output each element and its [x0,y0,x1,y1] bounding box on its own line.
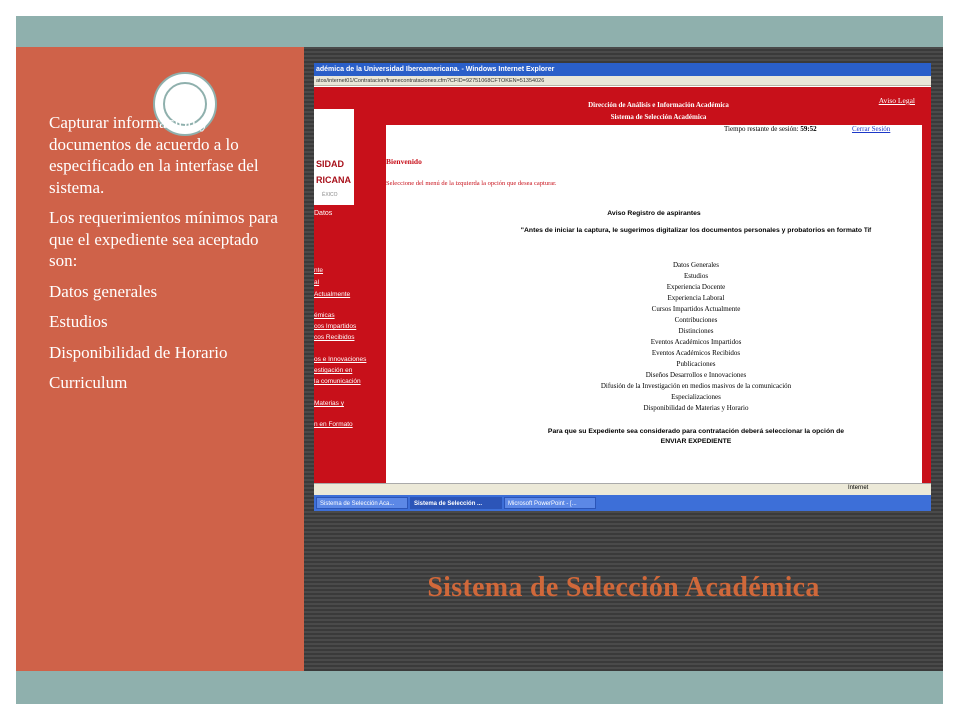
browser-title-bar: adémica de la Universidad Iberoamericana… [314,63,931,76]
site-header: Aviso Legal Dirección de Análisis e Info… [386,87,931,125]
bullet-list: Capturar informacion y documentos de acu… [49,112,285,403]
bullet-item: Los requerimientos mínimos para que el e… [49,208,278,270]
section-item: Diseños Desarrollos e Innovaciones [645,371,747,379]
welcome-heading: Bienvenido [386,157,422,166]
section-item: Experiencia Docente [666,283,726,291]
nav-link[interactable]: cos Recibidos [314,334,354,341]
nav-link[interactable]: la comunicación [314,378,361,385]
bullet-item: Curriculum [49,373,128,392]
nav-link[interactable]: cos Impartidos [314,323,356,330]
nav-link[interactable]: Materias y [314,400,344,407]
taskbar-button-active[interactable]: Sistema de Selección ... [410,497,502,509]
session-time: 59:52 [800,125,817,133]
closing-text: Para que su Expediente sea considerado p… [386,427,931,447]
section-item: Cursos Impartidos Actualmente [651,305,741,313]
instruction-text: Seleccione del menú de la izquierda la o… [386,180,557,187]
nav-link[interactable]: nte [314,267,323,274]
section-item: Eventos Académicos Impartidos [650,338,742,346]
notice-format: Tif [863,228,872,234]
nav-link[interactable]: n en Formato [314,421,353,428]
logout-link[interactable]: Cerrar Sesión [852,125,890,133]
taskbar-button[interactable]: Sistema de Selección Aca... [316,497,408,509]
closing-option: ENVIAR EXPEDIENTE [660,438,732,445]
screenshot-image: adémica de la Universidad Iberoamericana… [314,63,931,511]
bullet-item: Datos generales [49,281,158,301]
section-item: Datos Generales [672,261,720,269]
site-sidebar: SIDAD RICANA ÉXICO Datos nte al Actualme… [314,87,386,501]
notice-body: "Antes de iniciar la captura, le sugerim… [520,227,863,234]
session-timer: Tiempo restante de sesión: 59:52 [724,125,817,133]
notice-text: "Antes de iniciar la captura, le sugerim… [506,226,886,236]
logo-text: ÉXICO [322,192,338,198]
logo-text: SIDAD [316,159,345,169]
header-title: Dirección de Análisis e Información Acad… [588,101,729,109]
section-list: Datos Generales Estudios Experiencia Doc… [386,260,931,414]
windows-taskbar: Sistema de Selección Aca... Sistema de S… [314,495,931,511]
nav-link[interactable]: Actualmente [314,291,350,298]
logo-text: RICANA [316,175,351,185]
session-label: Tiempo restante de sesión: [724,125,799,133]
section-item: Disponibilidad de Materias y Horario [643,404,749,412]
header-subtitle: Sistema de Selección Académica [610,113,707,121]
section-item: Especializaciones [671,393,721,401]
notice-title: Aviso Registro de aspirantes [607,210,701,217]
section-item: Difusión de la Investigación en medios m… [600,382,792,390]
browser-address-bar[interactable]: atos/internet01/Contratacion/framecontra… [314,76,931,86]
section-item: Publicaciones [676,360,716,368]
university-logo: SIDAD RICANA ÉXICO [314,109,354,205]
bullet-item: Capturar informacion y documentos de acu… [49,113,259,197]
internet-zone-label: Internet [848,485,869,491]
section-item: Contribuciones [674,316,718,324]
nav-link[interactable]: estigación en [314,367,352,374]
nav-section-label: Datos [314,210,333,217]
section-item: Experiencia Laboral [667,294,725,302]
slide-title: Sistema de Selección Académica [427,572,820,603]
main-content: Tiempo restante de sesión: 59:52 Cerrar … [386,125,922,483]
section-item: Estudios [683,272,709,280]
nav-link[interactable]: émicas [314,312,335,319]
section-item: Distinciones [678,327,714,335]
bullet-item: Disponibilidad de Horario [49,342,228,362]
closing-line: Para que su Expediente sea considerado p… [547,428,845,435]
bullet-item: Estudios [49,312,108,331]
taskbar-button[interactable]: Microsoft PowerPoint - [... [504,497,596,509]
nav-link[interactable]: al [314,279,319,286]
section-item: Eventos Académicos Recibidos [651,349,741,357]
nav-link[interactable]: os e Innovaciones [314,356,366,363]
